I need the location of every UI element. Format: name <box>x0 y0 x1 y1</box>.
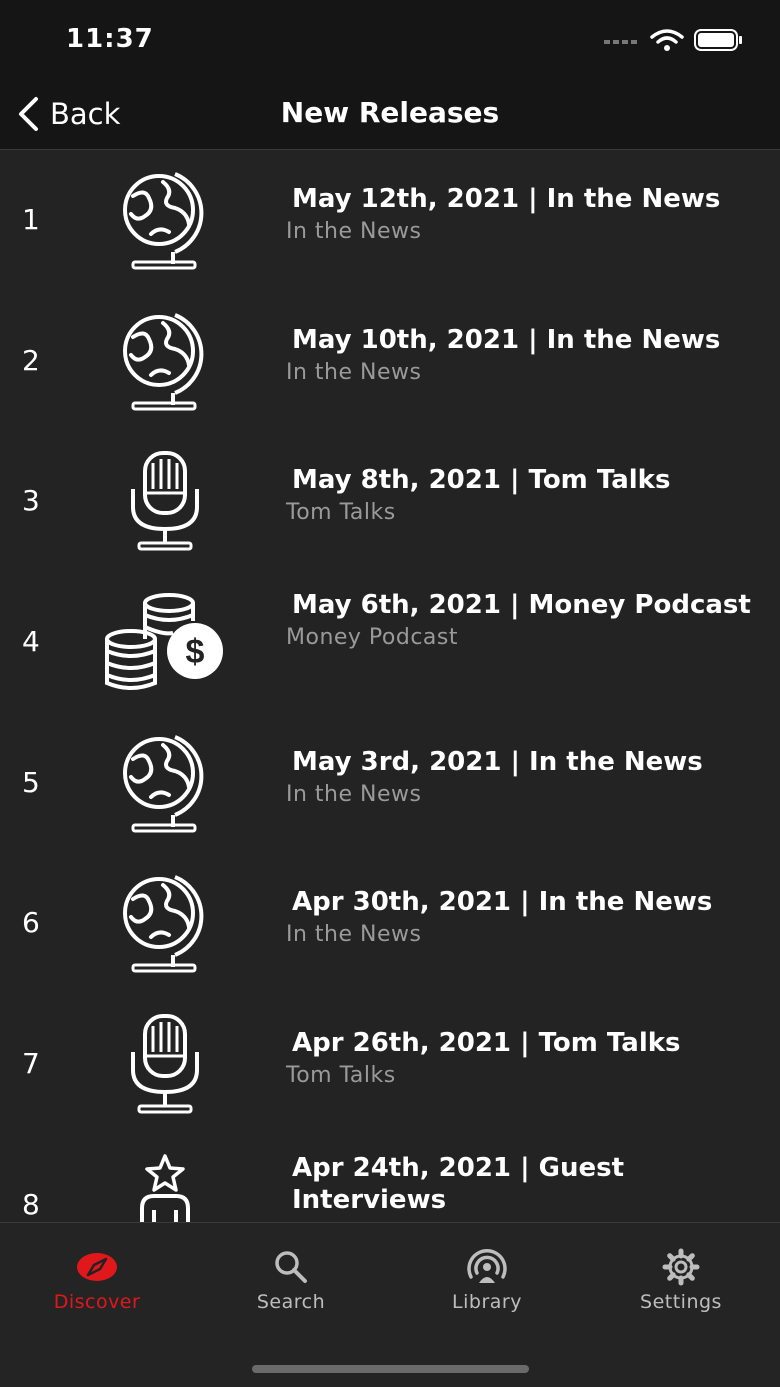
rank-number: 6 <box>22 906 40 940</box>
coins-dollar-icon: $ <box>100 587 230 697</box>
episode-text: May 12th, 2021 | In the News In the News <box>286 183 756 244</box>
episode-title: May 10th, 2021 | In the News <box>292 324 721 355</box>
status-time: 11:37 <box>66 24 154 54</box>
list-item[interactable]: 7 Apr 26th, 2021 | Tom Talks Tom Talks <box>0 995 780 1136</box>
tab-label: Library <box>452 1291 522 1313</box>
episode-show: In the News <box>286 781 422 807</box>
search-icon <box>211 1247 371 1287</box>
rank-number: 5 <box>22 765 40 799</box>
episode-list[interactable]: 1 May 12th, 2021 | In the News In the Ne… <box>0 151 780 1222</box>
rank-number: 1 <box>22 203 40 236</box>
globe-icon <box>100 165 230 275</box>
episode-show: In the News <box>286 922 422 948</box>
episode-show: Money Podcast <box>286 625 459 651</box>
episode-title: May 12th, 2021 | In the News <box>292 184 721 214</box>
globe-icon <box>100 868 230 978</box>
tab-search[interactable]: Search <box>211 1247 371 1317</box>
episode-title: Apr 30th, 2021 | In the News <box>292 887 713 918</box>
tab-settings[interactable]: Settings <box>601 1247 761 1317</box>
globe-icon <box>100 728 230 838</box>
rank-number: 3 <box>22 484 40 518</box>
episode-text: May 10th, 2021 | In the News In the News <box>286 324 756 385</box>
episode-title: May 3rd, 2021 | In the News <box>292 746 703 777</box>
episode-show: In the News <box>286 219 422 244</box>
episode-show: In the News <box>286 359 422 385</box>
episode-title: May 6th, 2021 | Money Podcast <box>292 590 751 621</box>
compass-icon <box>17 1247 177 1287</box>
microphone-icon <box>100 446 230 556</box>
status-bar: 11:37 <box>0 0 780 80</box>
tab-discover[interactable]: Discover <box>17 1247 177 1317</box>
episode-show: Tom Talks <box>286 500 396 526</box>
episode-title: May 8th, 2021 | Tom Talks <box>292 465 671 496</box>
episode-title: Apr 26th, 2021 | Tom Talks <box>292 1028 681 1059</box>
episode-text: Apr 26th, 2021 | Tom Talks Tom Talks <box>286 1027 756 1088</box>
tab-label: Discover <box>53 1291 141 1313</box>
episode-text: Apr 24th, 2021 | Guest Interviews <box>286 1152 756 1220</box>
battery-icon <box>694 29 742 51</box>
wifi-icon <box>650 29 684 51</box>
list-item[interactable]: 6 Apr 30th, 2021 | In the News In the Ne… <box>0 854 780 995</box>
episode-text: May 6th, 2021 | Money Podcast Money Podc… <box>286 589 756 650</box>
rank-number: 4 <box>22 625 40 659</box>
episode-text: May 8th, 2021 | Tom Talks Tom Talks <box>286 464 756 525</box>
rank-number: 8 <box>22 1187 40 1221</box>
list-item[interactable]: 4 $ May 6th, 2021 | Money Podcast Money … <box>0 573 780 714</box>
home-indicator <box>252 1365 529 1373</box>
page-title: New Releases <box>280 96 500 129</box>
gear-icon <box>601 1247 761 1287</box>
tab-label: Search <box>256 1291 326 1313</box>
list-item[interactable]: 3 May 8th, 2021 | Tom Talks Tom Talks <box>0 432 780 573</box>
episode-show: Tom Talks <box>286 1063 396 1089</box>
tab-library[interactable]: Library <box>407 1247 567 1317</box>
list-item[interactable]: 1 May 12th, 2021 | In the News In the Ne… <box>0 151 780 292</box>
episode-text: May 3rd, 2021 | In the News In the News <box>286 746 756 807</box>
status-icons <box>604 28 744 52</box>
rank-number: 2 <box>22 343 40 377</box>
person-star-icon <box>100 1150 230 1222</box>
episode-title: Apr 24th, 2021 | Guest Interviews <box>292 1152 625 1215</box>
episode-text: Apr 30th, 2021 | In the News In the News <box>286 886 756 947</box>
rank-number: 7 <box>22 1047 40 1081</box>
tab-label: Settings <box>640 1291 722 1313</box>
tab-bar: Discover Search Library Settings <box>0 1222 780 1387</box>
microphone-icon <box>100 1009 230 1119</box>
globe-icon <box>100 306 230 416</box>
list-item[interactable]: 8 Apr 24th, 2021 | Guest Interviews <box>0 1136 780 1222</box>
signal-icon <box>604 40 637 44</box>
navigation-bar: Back New Releases <box>0 80 780 150</box>
list-item[interactable]: 5 May 3rd, 2021 | In the News In the New… <box>0 714 780 855</box>
svg-text:$: $ <box>186 633 205 671</box>
list-item[interactable]: 2 May 10th, 2021 | In the News In the Ne… <box>0 292 780 433</box>
podcast-icon <box>407 1247 567 1287</box>
